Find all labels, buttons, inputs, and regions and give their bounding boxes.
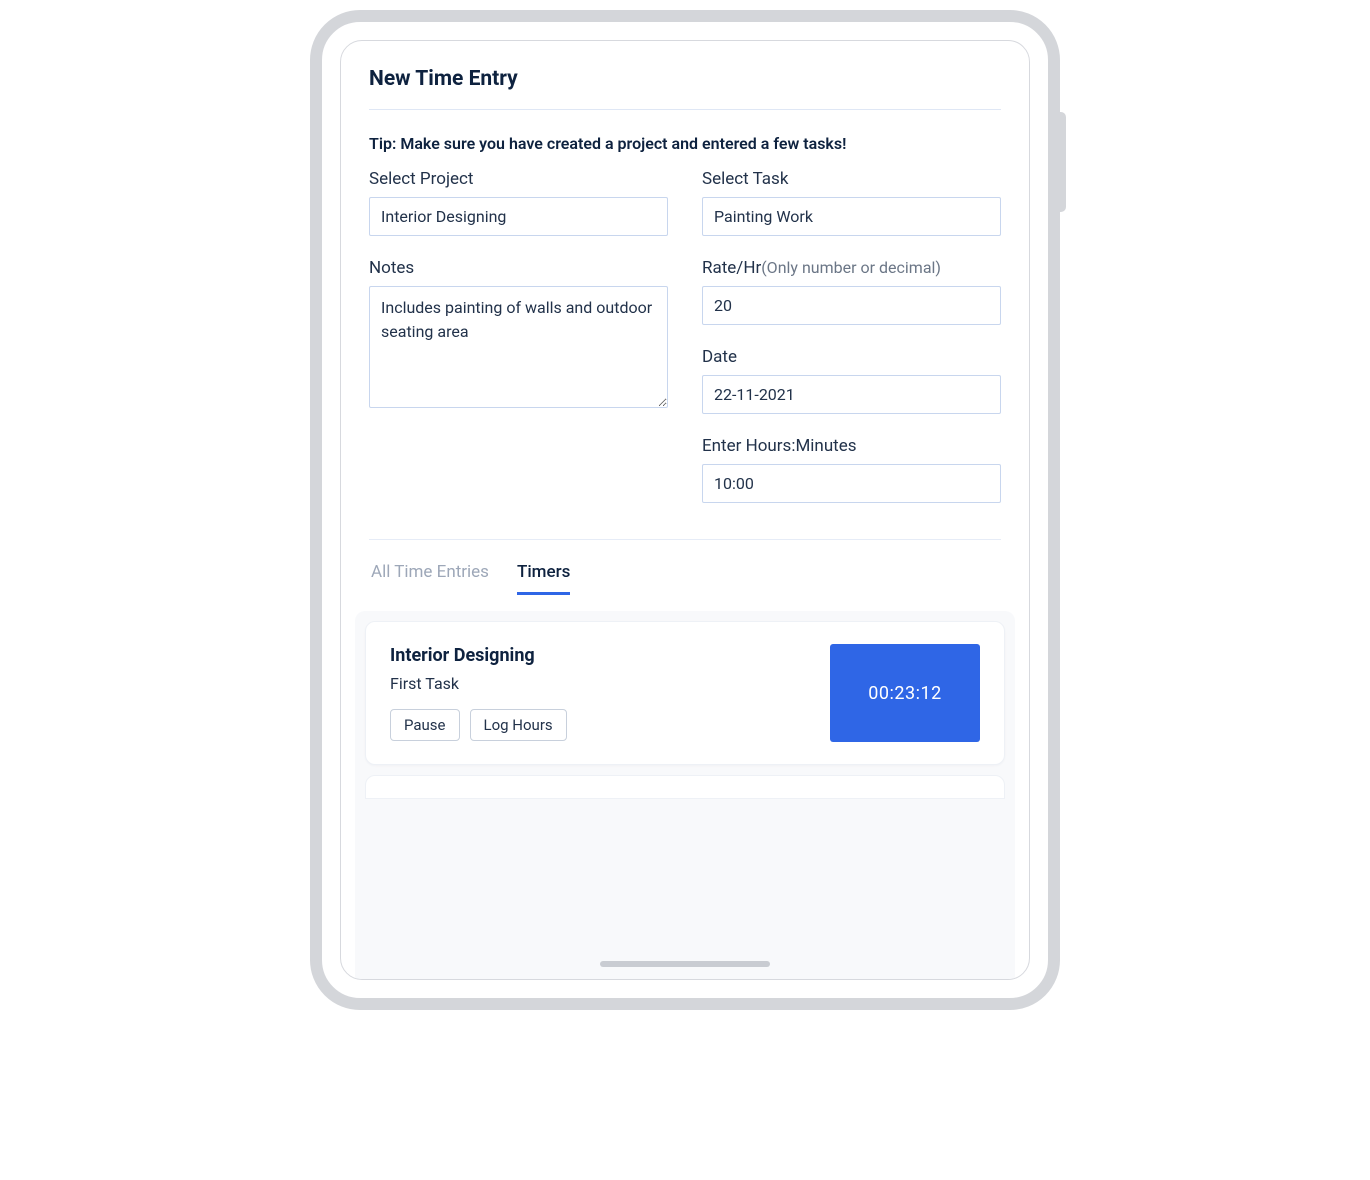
timer-task: First Task — [390, 674, 830, 693]
project-field: Select Project — [369, 169, 668, 236]
task-input[interactable] — [702, 197, 1001, 236]
rate-label-text: Rate/Hr — [702, 258, 761, 278]
pause-button[interactable]: Pause — [390, 709, 460, 741]
timers-list: Interior Designing First Task Pause Log … — [355, 611, 1015, 979]
timer-actions: Pause Log Hours — [390, 709, 830, 741]
notes-label: Notes — [369, 258, 668, 278]
date-input[interactable] — [702, 375, 1001, 414]
page-title: New Time Entry — [369, 67, 1001, 91]
timer-card-peek — [365, 775, 1005, 799]
hours-label: Enter Hours:Minutes — [702, 436, 1001, 456]
rate-label: Rate/Hr(Only number or decimal) — [702, 258, 1001, 278]
timer-card: Interior Designing First Task Pause Log … — [365, 621, 1005, 765]
log-hours-button[interactable]: Log Hours — [470, 709, 567, 741]
task-field: Select Task — [702, 169, 1001, 236]
time-entry-form: Select Project Select Task Notes Rate/Hr… — [341, 169, 1029, 539]
tablet-side-button — [1058, 112, 1066, 212]
timer-project: Interior Designing — [390, 645, 830, 666]
tip-text: Tip: Make sure you have created a projec… — [341, 110, 1029, 169]
rate-input[interactable] — [702, 286, 1001, 325]
timer-elapsed: 00:23:12 — [830, 644, 980, 742]
notes-input[interactable] — [369, 286, 668, 408]
app-panel: New Time Entry Tip: Make sure you have c… — [340, 40, 1030, 980]
task-label: Select Task — [702, 169, 1001, 189]
rate-field: Rate/Hr(Only number or decimal) — [702, 258, 1001, 325]
header: New Time Entry — [341, 41, 1029, 109]
date-field: Date — [702, 347, 1001, 414]
right-column-2: Rate/Hr(Only number or decimal) Date Ent… — [702, 258, 1001, 503]
rate-hint: (Only number or decimal) — [761, 258, 941, 277]
project-label: Select Project — [369, 169, 668, 189]
home-indicator[interactable] — [600, 961, 770, 967]
tab-timers[interactable]: Timers — [517, 562, 570, 595]
tablet-frame: New Time Entry Tip: Make sure you have c… — [310, 10, 1060, 1010]
project-input[interactable] — [369, 197, 668, 236]
right-column: Select Task — [702, 169, 1001, 236]
tabs: All Time Entries Timers — [341, 540, 1029, 605]
hours-field: Enter Hours:Minutes — [702, 436, 1001, 503]
hours-input[interactable] — [702, 464, 1001, 503]
date-label: Date — [702, 347, 1001, 367]
tab-all-time-entries[interactable]: All Time Entries — [371, 562, 489, 595]
notes-field: Notes — [369, 258, 668, 503]
timer-info: Interior Designing First Task Pause Log … — [390, 645, 830, 741]
